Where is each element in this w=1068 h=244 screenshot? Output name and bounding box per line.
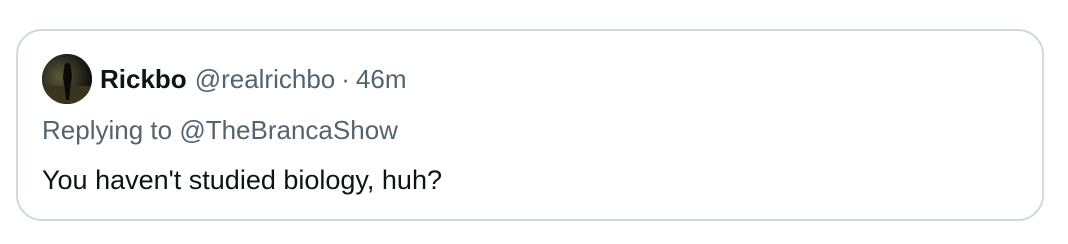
replying-to-prefix: Replying to [42, 115, 173, 145]
tweet-header: Rickbo @realrichbo · 46m [42, 54, 407, 104]
author-display-name[interactable]: Rickbo [100, 64, 187, 94]
timestamp[interactable]: 46m [356, 64, 407, 94]
tweet-text: You haven't studied biology, huh? [42, 165, 442, 195]
separator-dot: · [341, 64, 350, 94]
replying-to-line: Replying to @TheBrancaShow [42, 114, 398, 146]
avatar-image [42, 54, 92, 104]
quoted-tweet-card[interactable]: Rickbo @realrichbo · 46m Replying to @Th… [16, 29, 1044, 221]
avatar[interactable] [42, 54, 92, 104]
author-handle[interactable]: @realrichbo [195, 64, 336, 94]
reply-mention-link[interactable]: @TheBrancaShow [179, 115, 398, 145]
